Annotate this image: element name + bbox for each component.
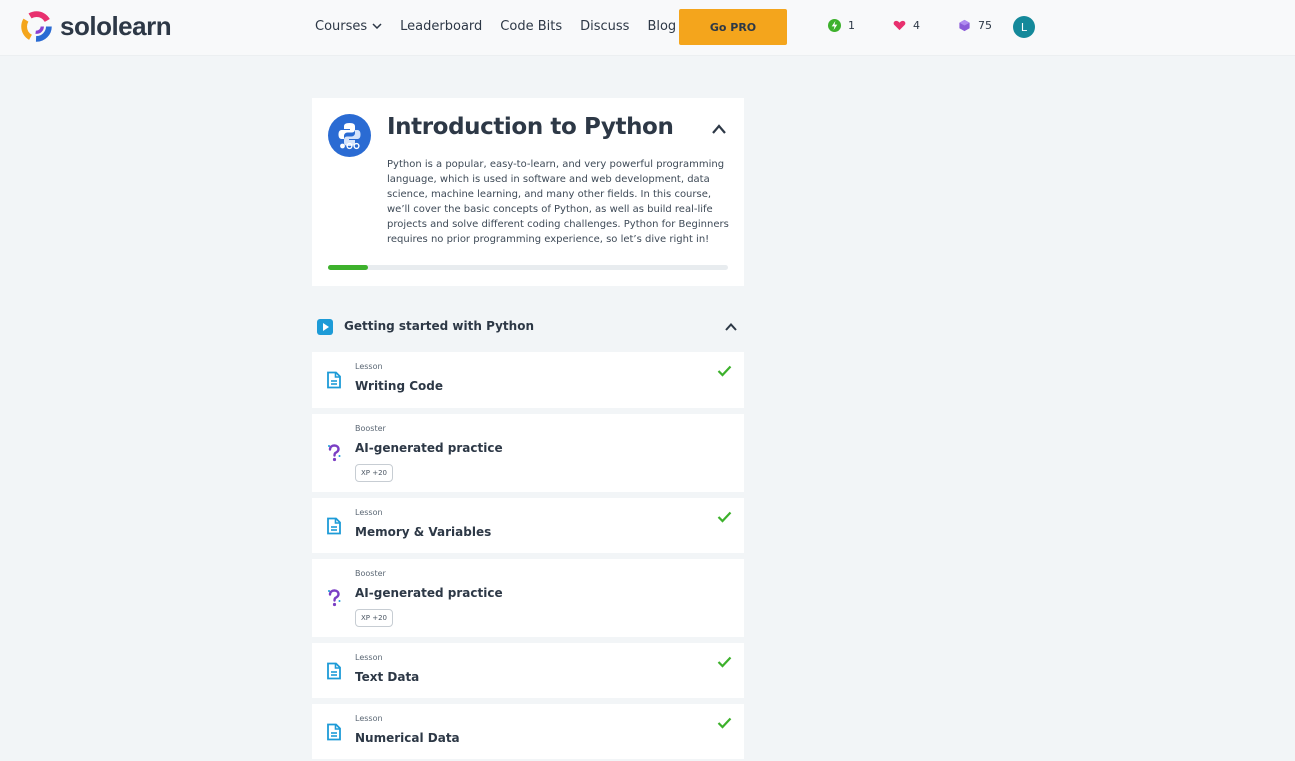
cube-icon	[959, 19, 970, 32]
item-type-label: Booster	[355, 569, 386, 578]
document-icon	[327, 662, 341, 679]
document-icon	[327, 723, 341, 740]
nav-courses-label: Courses	[315, 18, 368, 34]
checkmark-icon	[717, 717, 732, 729]
xp-badge: XP +20	[355, 464, 394, 482]
sololearn-logo-icon	[21, 11, 52, 42]
lightning-icon	[828, 19, 841, 32]
item-type-label: Booster	[355, 424, 386, 433]
chevron-up-icon[interactable]	[724, 321, 738, 333]
sololearn-logo[interactable]: sololearn	[20, 10, 172, 43]
item-title: Writing Code	[355, 379, 443, 393]
top-navbar: sololearn Courses Leaderboard Code Bits …	[0, 0, 1295, 56]
module-title: Getting started with Python	[344, 319, 534, 333]
chevron-down-icon	[372, 23, 382, 29]
streak-value: 1	[848, 19, 855, 32]
hearts-value: 4	[913, 19, 920, 32]
go-pro-button[interactable]: Go PRO	[679, 9, 787, 45]
checkmark-icon	[717, 365, 732, 377]
course-title: Introduction to Python	[387, 114, 674, 140]
item-title: Numerical Data	[355, 731, 460, 745]
item-title: AI-generated practice	[355, 586, 503, 600]
lesson-item[interactable]: Lesson Numerical Data	[312, 704, 744, 759]
lesson-item[interactable]: Lesson Writing Code	[312, 352, 744, 408]
item-title: Memory & Variables	[355, 525, 492, 539]
nav-leaderboard[interactable]: Leaderboard	[400, 17, 482, 35]
item-title: Text Data	[355, 670, 420, 684]
nav-code-bits[interactable]: Code Bits	[500, 17, 562, 35]
booster-item[interactable]: Booster AI-generated practice XP +20	[312, 414, 744, 492]
question-mark-icon	[328, 444, 341, 462]
document-icon	[327, 371, 341, 389]
play-icon	[317, 319, 333, 335]
booster-item[interactable]: Booster AI-generated practice XP +20	[312, 559, 744, 637]
hearts-counter[interactable]: 4	[893, 19, 920, 32]
checkmark-icon	[717, 511, 732, 523]
course-description: Python is a popular, easy-to-learn, and …	[387, 159, 729, 245]
course-progress-fill	[328, 265, 368, 270]
bits-counter[interactable]: 75	[958, 19, 992, 32]
nav-blog[interactable]: Blog	[647, 17, 676, 35]
bits-value: 75	[978, 19, 992, 32]
lesson-item[interactable]: Lesson Text Data	[312, 643, 744, 698]
avatar[interactable]: L	[1013, 16, 1035, 38]
course-progress-bar	[328, 265, 728, 270]
item-title: AI-generated practice	[355, 441, 503, 455]
checkmark-icon	[717, 656, 732, 668]
module-header[interactable]: Getting started with Python	[312, 312, 744, 342]
item-type-label: Lesson	[355, 508, 383, 517]
nav-discuss[interactable]: Discuss	[580, 17, 629, 35]
python-course-icon	[328, 114, 371, 157]
item-type-label: Lesson	[355, 714, 383, 723]
logo-text: sololearn	[60, 11, 172, 41]
item-type-label: Lesson	[355, 362, 383, 371]
item-type-label: Lesson	[355, 653, 383, 662]
heart-icon	[893, 20, 906, 31]
question-mark-icon	[328, 589, 341, 607]
nav-courses[interactable]: Courses	[315, 17, 382, 35]
chevron-up-icon[interactable]	[711, 122, 727, 136]
lesson-item[interactable]: Lesson Memory & Variables	[312, 498, 744, 553]
main-nav: Courses Leaderboard Code Bits Discuss Bl…	[315, 17, 694, 35]
course-card: Introduction to Python Python is a popul…	[312, 98, 744, 286]
xp-badge: XP +20	[355, 609, 394, 627]
document-icon	[327, 517, 341, 534]
streak-counter[interactable]: 1	[828, 19, 855, 32]
